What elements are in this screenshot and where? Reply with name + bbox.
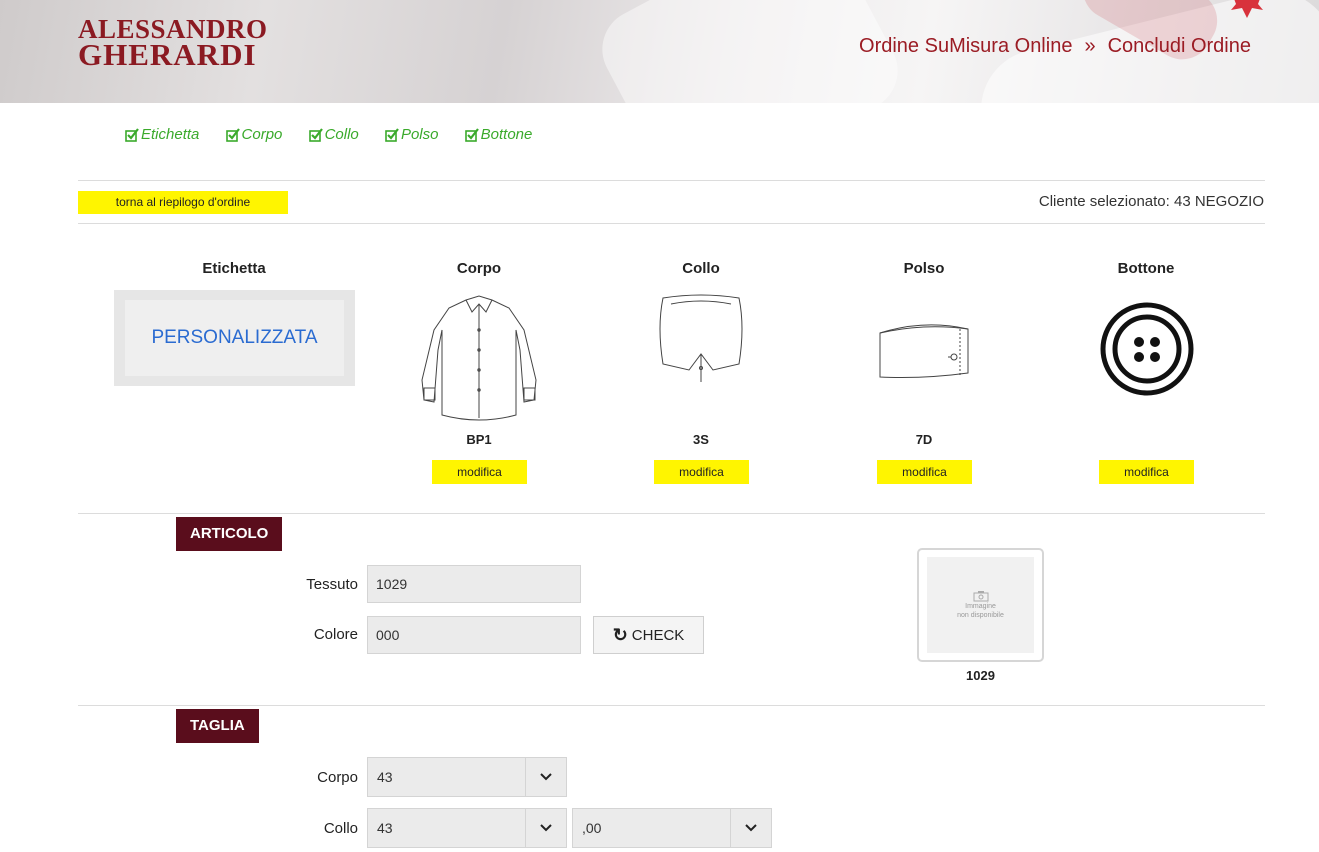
component-collo: Collo 3S modifica bbox=[581, 260, 821, 484]
brand-logo[interactable]: ALESSANDRO GHERARDI bbox=[78, 16, 268, 72]
selected-client: Cliente selezionato: 43 NEGOZIO bbox=[1038, 193, 1264, 210]
divider bbox=[78, 223, 1265, 224]
label-preview: PERSONALIZZATA bbox=[114, 290, 355, 386]
label-value: PERSONALIZZATA bbox=[125, 300, 344, 376]
image-placeholder: Immagine non disponibile bbox=[927, 557, 1034, 653]
chevron-down-icon bbox=[525, 809, 566, 847]
placeholder-line-2: non disponibile bbox=[957, 612, 1004, 619]
component-bottone: Bottone modifica bbox=[1026, 260, 1266, 484]
checkbox-checked-icon bbox=[125, 127, 139, 142]
placeholder-line-1: Immagine bbox=[965, 603, 996, 610]
cuff-icon bbox=[879, 324, 969, 378]
check-label: CHECK bbox=[631, 626, 685, 644]
step-etichetta[interactable]: Etichetta bbox=[125, 126, 199, 143]
component-title: Collo bbox=[682, 260, 720, 277]
colore-label: Colore bbox=[313, 626, 358, 643]
component-polso: Polso 7D modifica bbox=[804, 260, 1044, 484]
component-title: Corpo bbox=[456, 260, 502, 277]
step-label: Etichetta bbox=[141, 126, 200, 143]
step-polso[interactable]: Polso bbox=[385, 126, 439, 143]
red-ribbon-decoration bbox=[1231, 0, 1263, 18]
divider bbox=[78, 180, 1265, 181]
step-label: Collo bbox=[324, 126, 359, 143]
back-to-summary-button[interactable]: torna al riepilogo d'ordine bbox=[78, 191, 288, 214]
component-title: Polso bbox=[903, 260, 945, 277]
section-articolo: ARTICOLO bbox=[176, 517, 283, 551]
tessuto-label: Tessuto bbox=[306, 576, 358, 593]
select-value: 43 bbox=[377, 820, 393, 836]
select-value: 43 bbox=[377, 769, 393, 785]
select-value: ,00 bbox=[582, 820, 602, 836]
step-progress: Etichetta Corpo Collo Polso Bottone bbox=[125, 126, 554, 146]
header-breadcrumb: Ordine SuMisura Online » Concludi Ordine bbox=[859, 35, 1251, 58]
component-code: 3S bbox=[693, 432, 709, 447]
button-icon bbox=[1100, 302, 1194, 396]
camera-icon bbox=[973, 591, 988, 602]
header-banner: ALESSANDRO GHERARDI Ordine SuMisura Onli… bbox=[0, 0, 1319, 103]
chevron-down-icon bbox=[730, 809, 771, 847]
breadcrumb-separator: » bbox=[1084, 35, 1096, 57]
divider bbox=[78, 513, 1265, 514]
collo-size-label: Collo bbox=[323, 820, 358, 837]
component-code: 7D bbox=[915, 432, 933, 447]
modify-collo-button[interactable]: modifica bbox=[654, 460, 749, 484]
shirt-body-icon bbox=[421, 295, 537, 421]
component-etichetta: Etichetta PERSONALIZZATA bbox=[114, 260, 355, 386]
chevron-down-icon bbox=[525, 758, 566, 796]
step-collo[interactable]: Collo bbox=[308, 126, 359, 143]
corpo-size-label: Corpo bbox=[317, 769, 358, 786]
component-title: Bottone bbox=[1117, 260, 1175, 277]
brand-line-2: GHERARDI bbox=[78, 37, 257, 72]
checkbox-checked-icon bbox=[225, 127, 240, 142]
collar-icon bbox=[659, 294, 743, 382]
colore-field[interactable]: 000 bbox=[367, 616, 581, 654]
collo-decimal-select[interactable]: ,00 bbox=[572, 808, 772, 848]
fabric-thumbnail[interactable]: Immagine non disponibile bbox=[917, 548, 1044, 662]
fabric-code: 1029 bbox=[966, 668, 995, 683]
component-code: BP1 bbox=[466, 432, 492, 447]
checkbox-checked-icon bbox=[308, 127, 323, 142]
step-corpo[interactable]: Corpo bbox=[225, 126, 283, 143]
corpo-size-select[interactable]: 43 bbox=[367, 757, 567, 797]
nav-ordine-sumisura[interactable]: Ordine SuMisura Online bbox=[859, 35, 1072, 57]
nav-concludi-ordine[interactable]: Concludi Ordine bbox=[1108, 35, 1251, 57]
modify-bottone-button[interactable]: modifica bbox=[1099, 460, 1194, 484]
component-title: Etichetta bbox=[202, 260, 266, 277]
modify-polso-button[interactable]: modifica bbox=[877, 460, 972, 484]
step-label: Bottone bbox=[480, 126, 533, 143]
checkbox-checked-icon bbox=[464, 127, 479, 142]
collo-size-select[interactable]: 43 bbox=[367, 808, 567, 848]
step-bottone[interactable]: Bottone bbox=[464, 126, 533, 143]
divider bbox=[78, 705, 1265, 706]
component-corpo: Corpo BP1 modifica bbox=[359, 260, 599, 484]
check-button[interactable]: ↻ CHECK bbox=[593, 616, 704, 654]
checkbox-checked-icon bbox=[385, 127, 399, 142]
section-taglia: TAGLIA bbox=[176, 709, 259, 743]
tessuto-field[interactable]: 1029 bbox=[367, 565, 581, 603]
step-label: Polso bbox=[400, 126, 439, 143]
step-label: Corpo bbox=[241, 126, 283, 143]
modify-corpo-button[interactable]: modifica bbox=[432, 460, 527, 484]
refresh-icon: ↻ bbox=[612, 624, 628, 645]
